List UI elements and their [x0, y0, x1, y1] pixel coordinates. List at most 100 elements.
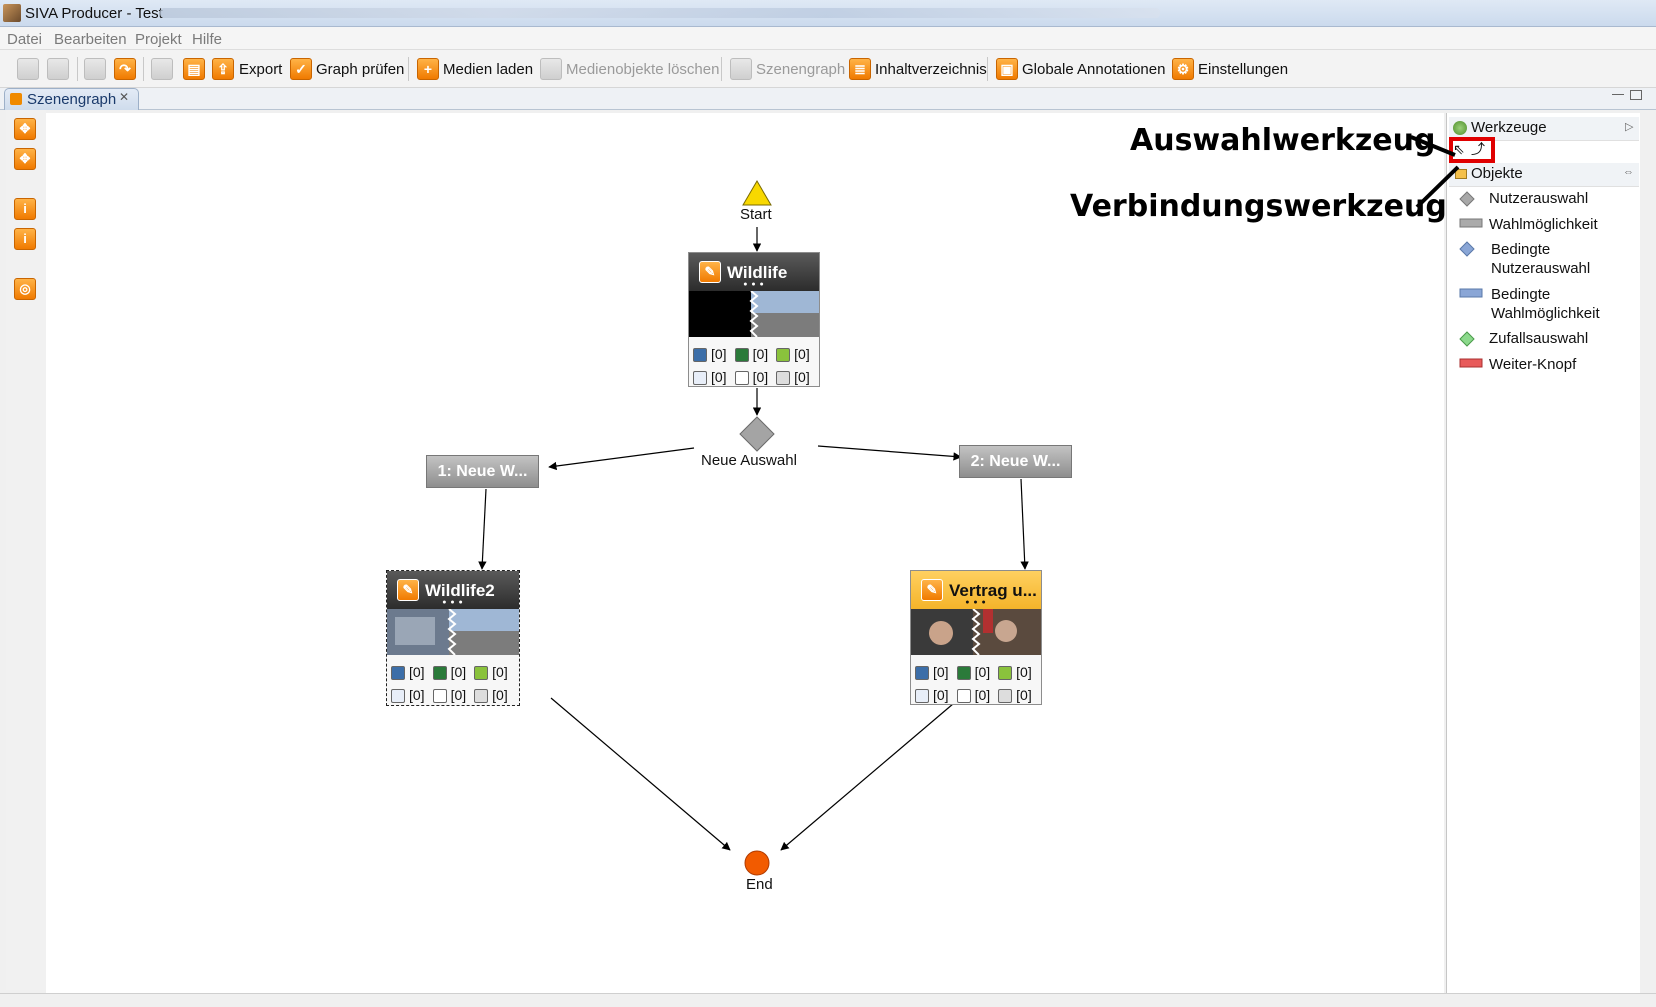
palette-item-weiter-knopf[interactable]: Weiter-Knopf [1489, 355, 1576, 375]
palette-item-bedingte-wahlmoeglichkeit-line1[interactable]: Bedingte [1491, 285, 1550, 305]
pdf-icon [998, 689, 1013, 704]
more-dots-icon: ● ● ● [743, 281, 765, 288]
scene-thumbnail [689, 291, 819, 337]
save-icon[interactable] [47, 58, 69, 80]
option-icon [1459, 218, 1483, 228]
graph-check-button[interactable]: Graph prüfen [316, 61, 404, 78]
edge-choice1-wildlife2[interactable] [478, 488, 487, 570]
scene-node-vertrag[interactable]: ✎ Vertrag u... ● ● ● [0] [0] [0] [0] [0] [0] [910, 570, 1042, 705]
edge-decision-choice1[interactable] [548, 447, 695, 471]
annotation-connection-tool: Verbindungswerkzeug [1070, 189, 1447, 224]
export-icon[interactable]: ⇪ [212, 58, 234, 80]
scene-node-wildlife2[interactable]: ✎ Wildlife2 ● ● ● [0] [0] [0] [0] [0] [0] [386, 570, 520, 706]
status-bar [0, 993, 1656, 1007]
add-scene-icon[interactable]: ✥ [14, 118, 36, 140]
palette-item-wahlmoeglichkeit[interactable]: Wahlmöglichkeit [1489, 215, 1598, 235]
user-choice-icon [1459, 191, 1475, 207]
delete-media-icon [540, 58, 562, 80]
choice-node-1[interactable]: 1: Neue W... [426, 455, 539, 488]
video-icon [734, 348, 749, 363]
tab-label: Szenengraph [27, 91, 117, 108]
conditional-option-icon [1459, 288, 1483, 298]
edge-decision-choice2[interactable] [817, 445, 962, 461]
scenegraph-canvas[interactable]: Start Neue Auswahl End 1: Neue W... 2: N… [46, 113, 1444, 993]
video-icon [956, 666, 971, 681]
load-media-icon[interactable]: + [417, 58, 439, 80]
palette-item-bedingte-nutzerauswahl-line1[interactable]: Bedingte [1491, 240, 1550, 260]
choice-node-2[interactable]: 2: Neue W... [959, 445, 1072, 478]
window-title: SIVA Producer - Test [25, 5, 163, 22]
global-annotations-icon[interactable]: ▣ [996, 58, 1018, 80]
menu-hilfe[interactable]: Hilfe [192, 31, 222, 48]
scene-title: Wildlife2 [425, 581, 495, 600]
add-node-icon[interactable]: ✥ [14, 148, 36, 170]
decision-node-icon[interactable] [739, 416, 775, 452]
undo-icon[interactable] [84, 58, 106, 80]
graph-edges [478, 180, 1029, 876]
export-button[interactable]: Export [239, 61, 282, 78]
palette: Werkzeuge ▷ ⇖ ⤴ Objekte ⇔ Nutzerauswahl … [1446, 113, 1640, 993]
maximize-icon[interactable] [1630, 90, 1642, 100]
menu-datei[interactable]: Datei [7, 31, 42, 48]
menu-bearbeiten[interactable]: Bearbeiten [54, 31, 127, 48]
edge-choice2-vertrag[interactable] [1020, 478, 1029, 570]
minimize-icon[interactable] [1612, 94, 1624, 96]
objects-header-label: Objekte [1471, 165, 1523, 182]
load-media-button[interactable]: Medien laden [443, 61, 533, 78]
image-icon [391, 666, 405, 681]
scene-header: ✎ Vertrag u... ● ● ● [911, 571, 1041, 609]
save-as-icon[interactable]: ▤ [183, 58, 205, 80]
subtitle-icon [956, 689, 971, 704]
media-counts-row-1: [0] [0] [0] [693, 345, 815, 363]
start-node-icon[interactable] [742, 180, 772, 206]
end-node-icon[interactable] [744, 850, 770, 876]
toolbar-separator [987, 57, 988, 81]
collapse-arrow-icon[interactable]: ▷ [1625, 120, 1633, 133]
scene-title: Wildlife [727, 263, 788, 282]
redo-icon[interactable]: ↷ [114, 58, 136, 80]
annotation-selection-tool: Auswahlwerkzeug [1130, 123, 1436, 158]
editor-tab-bar: Szenengraph ✕ [0, 88, 1656, 110]
media-counts-row-1: [0] [0] [0] [915, 663, 1037, 681]
scene-thumbnail [387, 609, 519, 655]
conditional-user-choice-icon [1459, 241, 1475, 257]
settings-icon[interactable]: ⚙ [1172, 58, 1194, 80]
palette-item-bedingte-wahlmoeglichkeit-line2[interactable]: Wahlmöglichkeit [1491, 304, 1600, 324]
info-icon[interactable]: i [14, 198, 36, 220]
settings-button[interactable]: Einstellungen [1198, 61, 1288, 78]
save-all-icon[interactable] [151, 58, 173, 80]
edit-pencil-icon[interactable]: ✎ [921, 579, 943, 601]
pin-icon[interactable]: ⇔ [1623, 166, 1634, 178]
graph-check-icon[interactable]: ✓ [290, 58, 312, 80]
new-icon[interactable] [17, 58, 39, 80]
end-label: End [746, 876, 773, 893]
toc-icon[interactable]: ≣ [849, 58, 871, 80]
palette-item-zufallsauswahl[interactable]: Zufallsauswahl [1489, 329, 1588, 349]
blurred-path [160, 8, 1160, 18]
menu-projekt[interactable]: Projekt [135, 31, 182, 48]
media-counts-row-1: [0] [0] [0] [391, 663, 515, 681]
palette-item-nutzerauswahl[interactable]: Nutzerauswahl [1489, 189, 1588, 209]
toolbar-separator [143, 57, 144, 81]
scene-node-wildlife[interactable]: ✎ Wildlife ● ● ● [0] [0] [0] [0] [0] [0] [688, 252, 820, 387]
image-icon [915, 666, 929, 681]
close-icon[interactable]: ✕ [119, 90, 129, 104]
toc-button[interactable]: Inhaltverzeichnis [875, 61, 987, 78]
palette-item-bedingte-nutzerauswahl-line2[interactable]: Nutzerauswahl [1491, 259, 1590, 279]
properties-icon[interactable]: i [14, 228, 36, 250]
decision-label: Neue Auswahl [701, 452, 797, 469]
preview-icon[interactable]: ◎ [14, 278, 36, 300]
tab-szenengraph[interactable]: Szenengraph ✕ [4, 88, 139, 110]
palette-objects-header[interactable]: Objekte ⇔ [1449, 163, 1639, 187]
next-button-icon [1459, 358, 1483, 368]
edit-pencil-icon[interactable]: ✎ [699, 261, 721, 283]
media-counts-row-2: [0] [0] [0] [915, 686, 1037, 704]
edge-wildlife2-end[interactable] [550, 697, 731, 851]
edge-vertrag-end[interactable] [780, 697, 961, 851]
start-label: Start [740, 206, 772, 223]
edit-pencil-icon[interactable]: ✎ [397, 579, 419, 601]
media-counts-row-2: [0] [0] [0] [693, 368, 815, 386]
toolbar: ↷ ▤ ⇪ Export ✓ Graph prüfen + Medien lad… [0, 50, 1656, 88]
text-icon [915, 689, 929, 704]
global-annotations-button[interactable]: Globale Annotationen [1022, 61, 1165, 78]
